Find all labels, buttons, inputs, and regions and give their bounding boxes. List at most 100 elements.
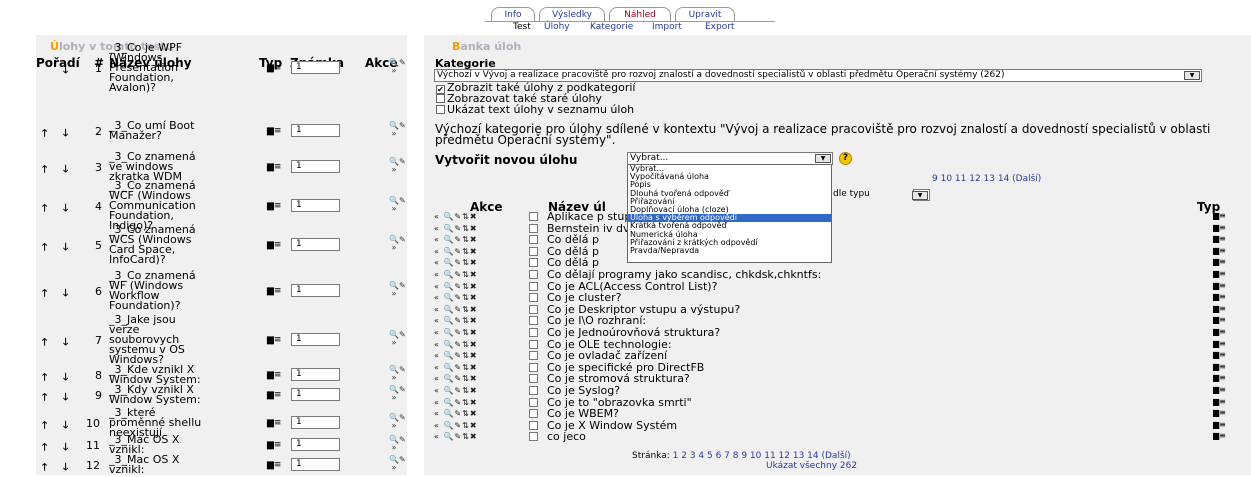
- select-checkbox[interactable]: [529, 374, 538, 384]
- preview-icon[interactable]: 🔍: [443, 386, 454, 395]
- edit-icon[interactable]: ✎: [454, 282, 462, 291]
- add-to-quiz-icon[interactable]: «: [434, 293, 440, 302]
- add-to-quiz-icon[interactable]: «: [434, 409, 440, 418]
- edit-icon[interactable]: ✎: [454, 270, 462, 279]
- bank-row-actions[interactable]: « 🔍✎⇅✖: [434, 328, 478, 338]
- add-to-quiz-icon[interactable]: «: [434, 270, 440, 279]
- dropdown-option[interactable]: Vypočítávaná úloha: [628, 173, 831, 181]
- row-actions[interactable]: 🔍✎ »: [389, 59, 406, 75]
- select-checkbox[interactable]: [529, 339, 538, 349]
- add-to-quiz-icon[interactable]: »: [392, 129, 397, 138]
- delete-icon[interactable]: ✖: [470, 363, 478, 372]
- chevron-down-icon[interactable]: ▼: [912, 191, 928, 200]
- bank-row-actions[interactable]: « 🔍✎⇅✖: [434, 293, 478, 303]
- move-icon[interactable]: ⇅: [462, 328, 470, 337]
- delete-icon[interactable]: ✖: [470, 316, 478, 325]
- add-to-quiz-icon[interactable]: «: [434, 340, 440, 349]
- row-actions[interactable]: 🔍✎ »: [389, 158, 406, 174]
- delete-icon[interactable]: ✖: [470, 270, 478, 279]
- subtab-ulohy[interactable]: Úlohy: [544, 22, 570, 33]
- bottom-pager[interactable]: Stránka: 1 2 3 4 5 6 7 8 9 10 11 12 13 1…: [632, 451, 851, 461]
- subtab-import[interactable]: Import: [652, 22, 682, 33]
- edit-icon[interactable]: ✎: [399, 455, 406, 464]
- move-icon[interactable]: ⇅: [462, 409, 470, 418]
- move-icon[interactable]: ⇅: [462, 282, 470, 291]
- move-down-icon[interactable]: 🡓: [63, 162, 68, 179]
- edit-icon[interactable]: ✎: [454, 316, 462, 325]
- select-checkbox[interactable]: [529, 304, 538, 314]
- bank-row-actions[interactable]: « 🔍✎⇅✖: [434, 258, 478, 268]
- edit-icon[interactable]: ✎: [454, 258, 462, 267]
- select-checkbox[interactable]: [529, 223, 538, 233]
- preview-icon[interactable]: 🔍: [443, 212, 454, 221]
- bank-row-actions[interactable]: « 🔍✎⇅✖: [434, 270, 478, 280]
- edit-icon[interactable]: ✎: [454, 409, 462, 418]
- delete-icon[interactable]: ✖: [470, 258, 478, 267]
- bank-row-actions[interactable]: « 🔍✎⇅✖: [434, 247, 478, 257]
- bank-row-actions[interactable]: « 🔍✎⇅✖: [434, 363, 478, 373]
- preview-icon[interactable]: 🔍: [443, 374, 454, 383]
- move-icon[interactable]: ⇅: [462, 421, 470, 430]
- select-checkbox[interactable]: [529, 281, 538, 291]
- move-icon[interactable]: ⇅: [462, 316, 470, 325]
- edit-icon[interactable]: ✎: [454, 305, 462, 314]
- preview-icon[interactable]: 🔍: [443, 340, 454, 349]
- bank-row-actions[interactable]: « 🔍✎⇅✖: [434, 316, 478, 326]
- select-checkbox[interactable]: [529, 420, 538, 430]
- sort-select[interactable]: ▼: [912, 189, 930, 201]
- bank-row-actions[interactable]: « 🔍✎⇅✖: [434, 282, 478, 292]
- select-checkbox[interactable]: [529, 235, 538, 245]
- bank-row-actions[interactable]: « 🔍✎⇅✖: [434, 212, 478, 222]
- move-down-icon[interactable]: 🡓: [63, 460, 68, 477]
- edit-icon[interactable]: ✎: [399, 121, 406, 130]
- add-to-quiz-icon[interactable]: »: [392, 463, 397, 472]
- edit-icon[interactable]: ✎: [399, 196, 406, 205]
- delete-icon[interactable]: ✖: [470, 293, 478, 302]
- move-icon[interactable]: ⇅: [462, 247, 470, 256]
- edit-icon[interactable]: ✎: [454, 421, 462, 430]
- delete-icon[interactable]: ✖: [470, 224, 478, 233]
- bank-row-actions[interactable]: « 🔍✎⇅✖: [434, 398, 478, 408]
- add-to-quiz-icon[interactable]: «: [434, 432, 440, 441]
- add-to-quiz-icon[interactable]: «: [434, 258, 440, 267]
- preview-icon[interactable]: 🔍: [443, 282, 454, 291]
- move-icon[interactable]: ⇅: [462, 258, 470, 267]
- chevron-down-icon[interactable]: ▼: [1184, 71, 1200, 80]
- select-checkbox[interactable]: [529, 362, 538, 372]
- edit-icon[interactable]: ✎: [454, 363, 462, 372]
- subtab-kategorie[interactable]: Kategorie: [590, 22, 633, 33]
- add-to-quiz-icon[interactable]: «: [434, 386, 440, 395]
- bank-row-actions[interactable]: « 🔍✎⇅✖: [434, 409, 478, 419]
- edit-icon[interactable]: ✎: [454, 374, 462, 383]
- edit-icon[interactable]: ✎: [454, 224, 462, 233]
- bank-row-actions[interactable]: « 🔍✎⇅✖: [434, 235, 478, 245]
- grade-input[interactable]: 1: [291, 160, 340, 173]
- move-icon[interactable]: ⇅: [462, 235, 470, 244]
- help-icon[interactable]: ?: [839, 152, 852, 165]
- move-up-icon[interactable]: 🡑: [42, 126, 47, 143]
- edit-icon[interactable]: ✎: [454, 340, 462, 349]
- add-to-quiz-icon[interactable]: «: [434, 398, 440, 407]
- add-to-quiz-icon[interactable]: «: [434, 363, 440, 372]
- add-to-quiz-icon[interactable]: «: [434, 282, 440, 291]
- select-checkbox[interactable]: [529, 432, 538, 442]
- preview-icon[interactable]: 🔍: [443, 421, 454, 430]
- delete-icon[interactable]: ✖: [470, 398, 478, 407]
- bank-row-actions[interactable]: « 🔍✎⇅✖: [434, 340, 478, 350]
- delete-icon[interactable]: ✖: [470, 247, 478, 256]
- add-to-quiz-icon[interactable]: »: [392, 443, 397, 452]
- move-icon[interactable]: ⇅: [462, 363, 470, 372]
- edit-icon[interactable]: ✎: [454, 212, 462, 221]
- tab-nahled[interactable]: Náhled: [609, 7, 671, 22]
- delete-icon[interactable]: ✖: [470, 421, 478, 430]
- grade-input[interactable]: 1: [291, 458, 340, 471]
- move-icon[interactable]: ⇅: [462, 224, 470, 233]
- bank-row-actions[interactable]: « 🔍✎⇅✖: [434, 305, 478, 315]
- select-checkbox[interactable]: [529, 351, 538, 361]
- preview-icon[interactable]: 🔍: [443, 432, 454, 441]
- add-to-quiz-icon[interactable]: «: [434, 224, 440, 233]
- delete-icon[interactable]: ✖: [470, 386, 478, 395]
- move-icon[interactable]: ⇅: [462, 340, 470, 349]
- select-checkbox[interactable]: [529, 316, 538, 326]
- dropdown-option[interactable]: Pravda/Nepravda: [628, 246, 831, 255]
